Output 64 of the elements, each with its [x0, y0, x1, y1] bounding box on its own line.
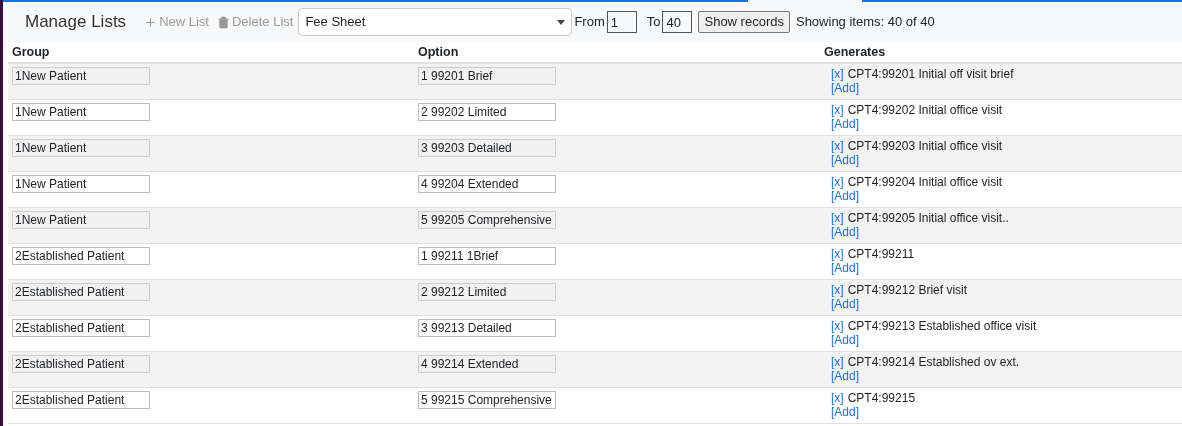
add-link[interactable]: [Add] [831, 369, 860, 383]
from-field[interactable]: 1 [606, 11, 637, 33]
group-field[interactable]: 1New Patient [12, 67, 150, 85]
option-field[interactable]: 2 99212 Limited [418, 283, 556, 301]
code-text: CPT4:99203 Initial office visit [847, 139, 1003, 153]
add-link[interactable]: [Add] [831, 153, 860, 167]
add-link[interactable]: [Add] [831, 189, 860, 203]
option-field[interactable]: 5 99215 Comprehensive [418, 391, 556, 409]
remove-link[interactable]: [x] [831, 355, 844, 369]
code-text: CPT4:99201 Initial off visit brief [847, 67, 1014, 81]
remove-link[interactable]: [x] [831, 67, 844, 81]
group-field[interactable]: 2Established Patient [12, 247, 150, 265]
code-text: CPT4:99205 Initial office visit.. [847, 211, 1009, 225]
option-field[interactable]: 4 99204 Extended [418, 175, 556, 193]
option-field[interactable]: 4 99214 Extended [418, 355, 556, 373]
add-link[interactable]: [Add] [831, 261, 860, 275]
list-select[interactable]: Fee Sheet [298, 8, 573, 36]
dropdown-caret-icon [557, 19, 566, 25]
page-title: Manage Lists [25, 11, 127, 34]
remove-link[interactable]: [x] [831, 139, 844, 153]
remove-link[interactable]: [x] [831, 175, 844, 189]
add-link[interactable]: [Add] [831, 297, 860, 311]
remove-link[interactable]: [x] [831, 319, 844, 333]
to-field[interactable]: 40 [662, 11, 693, 33]
option-field[interactable]: 1 99201 Brief [418, 67, 556, 85]
group-field[interactable]: 1New Patient [12, 139, 150, 157]
remove-link[interactable]: [x] [831, 391, 844, 405]
group-field[interactable]: 2Established Patient [12, 355, 150, 373]
to-label: To [646, 13, 661, 32]
remove-link[interactable]: [x] [831, 211, 844, 225]
group-field[interactable]: 2Established Patient [12, 283, 150, 301]
add-link[interactable]: [Add] [831, 405, 860, 419]
option-field[interactable]: 1 99211 1Brief [418, 247, 556, 265]
remove-link[interactable]: [x] [831, 283, 844, 297]
code-text: CPT4:99213 Established office visit [847, 319, 1037, 333]
showing-count: Showing items: 40 of 40 [795, 13, 935, 32]
group-field[interactable]: 1New Patient [12, 103, 150, 121]
option-field[interactable]: 5 99205 Comprehensive [418, 211, 556, 229]
plus-icon [144, 15, 158, 29]
column-header: Option [417, 43, 460, 61]
group-field[interactable]: 2Established Patient [12, 319, 150, 337]
code-text: CPT4:99214 Established ov ext. [847, 355, 1020, 369]
code-text: CPT4:99211 [847, 247, 915, 261]
code-text: CPT4:99202 Initial office visit [847, 103, 1003, 117]
group-field[interactable]: 1New Patient [12, 175, 150, 193]
code-text: CPT4:99212 Brief visit [847, 283, 968, 297]
group-field[interactable]: 1New Patient [12, 211, 150, 229]
option-field[interactable]: 3 99203 Detailed [418, 139, 556, 157]
option-field[interactable]: 2 99202 Limited [418, 103, 556, 121]
option-field[interactable]: 3 99213 Detailed [418, 319, 556, 337]
show-records-button[interactable]: Show records [698, 11, 790, 33]
column-header: Generates [823, 43, 886, 61]
add-link[interactable]: [Add] [831, 225, 860, 239]
from-label: From [574, 13, 605, 32]
column-header: Group [11, 43, 51, 61]
add-link[interactable]: [Add] [831, 117, 860, 131]
add-link[interactable]: [Add] [831, 333, 860, 347]
group-field[interactable]: 2Established Patient [12, 391, 150, 409]
trash-icon [217, 15, 230, 29]
code-text: CPT4:99215 [847, 391, 916, 405]
remove-link[interactable]: [x] [831, 103, 844, 117]
add-link[interactable]: [Add] [831, 81, 860, 95]
code-text: CPT4:99204 Initial office visit [847, 175, 1003, 189]
remove-link[interactable]: [x] [831, 247, 844, 261]
